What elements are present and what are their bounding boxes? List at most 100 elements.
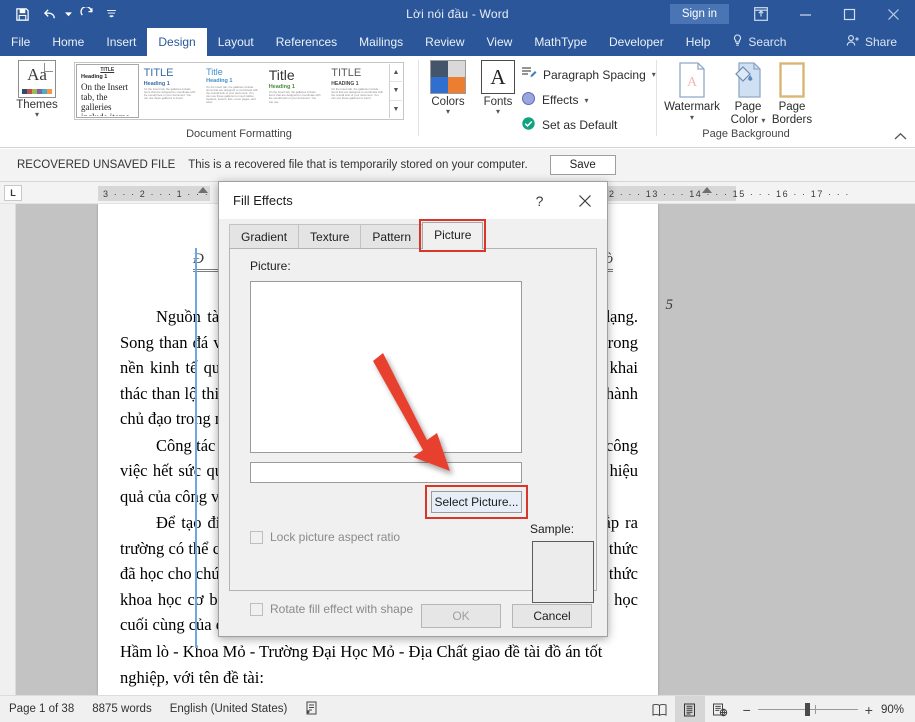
tab-pattern[interactable]: Pattern <box>360 224 424 249</box>
tab-design[interactable]: Design <box>147 28 207 56</box>
tab-mathtype[interactable]: MathType <box>523 28 598 56</box>
page-color-text: Page Color <box>730 101 762 127</box>
zoom-out-button[interactable]: − <box>743 702 751 718</box>
colors-dropdown-icon[interactable]: ▾ <box>424 108 472 116</box>
watermark-dropdown-icon[interactable]: ▾ <box>664 114 720 122</box>
undo-dropdown-icon[interactable] <box>64 2 73 26</box>
tab-references[interactable]: References <box>265 28 348 56</box>
tab-review[interactable]: Review <box>414 28 475 56</box>
gallery-item-4[interactable]: Title Heading 1 On the Insert tab, the g… <box>263 64 327 118</box>
page-indicator[interactable]: Page 1 of 38 <box>0 703 83 715</box>
themes-button[interactable]: Aa Themes ▾ <box>8 60 66 119</box>
zoom-track[interactable] <box>757 703 858 716</box>
ok-button[interactable]: OK <box>421 604 501 628</box>
gallery-item-5[interactable]: TITLE HEADING 1 On the Insert tab, the g… <box>326 64 389 118</box>
effects-label: Effects <box>542 93 579 107</box>
set-as-default-button[interactable]: Set as Default <box>521 116 617 134</box>
page-borders-button[interactable]: Page Borders <box>764 62 820 127</box>
redo-icon[interactable] <box>73 2 101 26</box>
customize-qat-icon[interactable] <box>101 2 121 26</box>
ribbon-display-options-icon[interactable] <box>739 0 783 28</box>
collapse-ribbon-icon[interactable] <box>894 132 907 144</box>
minimize-icon[interactable] <box>783 0 827 28</box>
cancel-button[interactable]: Cancel <box>512 604 592 628</box>
group-label-document-formatting: Document Formatting <box>186 128 292 140</box>
tab-texture[interactable]: Texture <box>298 224 362 249</box>
message-bar-description: This is a recovered file that is tempora… <box>188 159 528 171</box>
left-indent-marker[interactable] <box>198 187 208 193</box>
tab-view[interactable]: View <box>476 28 524 56</box>
page-color-icon <box>731 62 765 100</box>
page-borders-label: Page Borders <box>771 101 813 127</box>
tab-developer[interactable]: Developer <box>598 28 675 56</box>
rotate-fill-effect-row[interactable]: Rotate fill effect with shape <box>250 602 413 616</box>
gallery-item-2-body: On the Insert tab, the galleries include… <box>143 88 196 101</box>
tab-gradient[interactable]: Gradient <box>229 224 300 249</box>
zoom-slider[interactable]: − + <box>735 702 881 718</box>
ribbon-tab-bar: File Home Insert Design Layout Reference… <box>0 28 915 56</box>
share-button[interactable]: Share <box>835 28 915 56</box>
paragraph-spacing-icon <box>521 66 537 83</box>
maximize-icon[interactable] <box>827 0 871 28</box>
right-indent-marker[interactable] <box>702 187 712 193</box>
tab-home[interactable]: Home <box>41 28 95 56</box>
lock-aspect-ratio-label: Lock picture aspect ratio <box>270 530 401 544</box>
zoom-level[interactable]: 90% <box>881 704 915 716</box>
undo-icon[interactable] <box>36 2 64 26</box>
sign-in-button[interactable]: Sign in <box>669 4 729 24</box>
word-count[interactable]: 8875 words <box>83 703 160 715</box>
tab-help[interactable]: Help <box>675 28 722 56</box>
lock-aspect-ratio-row[interactable]: Lock picture aspect ratio <box>250 530 400 544</box>
paragraph-spacing-button[interactable]: Paragraph Spacing ▾ <box>521 66 656 83</box>
gallery-item-2[interactable]: TITLE Heading 1 On the Insert tab, the g… <box>138 64 202 118</box>
close-icon[interactable] <box>871 0 915 28</box>
tab-file[interactable]: File <box>0 28 41 56</box>
tab-mailings[interactable]: Mailings <box>348 28 414 56</box>
fonts-dropdown-icon[interactable]: ▾ <box>474 108 522 116</box>
lock-aspect-ratio-checkbox[interactable] <box>250 530 263 544</box>
gallery-scroll-up-icon[interactable]: ▲ <box>389 64 403 83</box>
effects-dropdown-icon[interactable]: ▾ <box>584 96 588 105</box>
zoom-in-button[interactable]: + <box>865 702 873 718</box>
sample-preview-box <box>532 541 594 603</box>
tab-insert[interactable]: Insert <box>95 28 147 56</box>
proofing-errors-icon[interactable] <box>296 701 327 718</box>
select-picture-button[interactable]: Select Picture... <box>431 491 522 513</box>
effects-button[interactable]: Effects ▾ <box>521 91 588 109</box>
gallery-item-5-heading: HEADING 1 <box>331 80 359 87</box>
tab-picture[interactable]: Picture <box>419 219 487 252</box>
gallery-scrollbar[interactable]: ▲ ▼ ▼ <box>388 64 403 118</box>
gallery-item-3[interactable]: Title Heading 1 On the Insert tab, the g… <box>201 64 264 118</box>
tab-layout[interactable]: Layout <box>207 28 265 56</box>
save-icon[interactable] <box>8 2 36 26</box>
rotate-fill-effect-checkbox[interactable] <box>250 602 263 616</box>
search-box[interactable]: Search <box>721 28 797 56</box>
watermark-button[interactable]: A Watermark ▾ <box>664 62 720 122</box>
theme-fonts-icon: A <box>481 60 515 94</box>
dialog-close-icon[interactable] <box>562 182 607 219</box>
gallery-item-1[interactable]: TITLE Heading 1 On the Insert tab, the g… <box>76 64 139 118</box>
gallery-scroll-down-icon[interactable]: ▼ <box>389 82 403 101</box>
language-indicator[interactable]: English (United States) <box>161 703 297 715</box>
gallery-more-icon[interactable]: ▼ <box>390 101 402 118</box>
fonts-button[interactable]: A Fonts ▾ <box>474 60 522 116</box>
ruler-left-numbers: 3 · · · 2 · · · 1 · · · <box>103 188 210 199</box>
fill-effects-dialog[interactable]: Fill Effects ? Gradient Texture Pattern … <box>218 181 608 637</box>
web-layout-icon[interactable] <box>705 696 735 722</box>
themes-dropdown-icon[interactable]: ▾ <box>8 111 66 119</box>
colors-button[interactable]: Colors ▾ <box>424 60 472 116</box>
read-mode-icon[interactable] <box>645 696 675 722</box>
print-layout-icon[interactable] <box>674 696 705 722</box>
picture-path-input[interactable] <box>250 462 522 483</box>
tabbar-spacer <box>797 28 835 56</box>
dialog-help-icon[interactable]: ? <box>517 182 562 219</box>
tab-selector-icon[interactable]: L <box>4 185 22 201</box>
gallery-item-4-heading: Heading 1 <box>268 83 295 90</box>
document-formatting-gallery[interactable]: TITLE Heading 1 On the Insert tab, the g… <box>74 62 404 120</box>
search-label: Search <box>748 35 787 49</box>
gallery-item-1-body: On the Insert tab, the galleries include… <box>81 82 129 116</box>
save-recovered-file-button[interactable]: Save <box>549 155 616 175</box>
gallery-item-3-body: On the Insert tab, the galleries include… <box>206 86 258 105</box>
zoom-thumb[interactable] <box>804 703 810 716</box>
sample-label: Sample: <box>530 522 575 536</box>
